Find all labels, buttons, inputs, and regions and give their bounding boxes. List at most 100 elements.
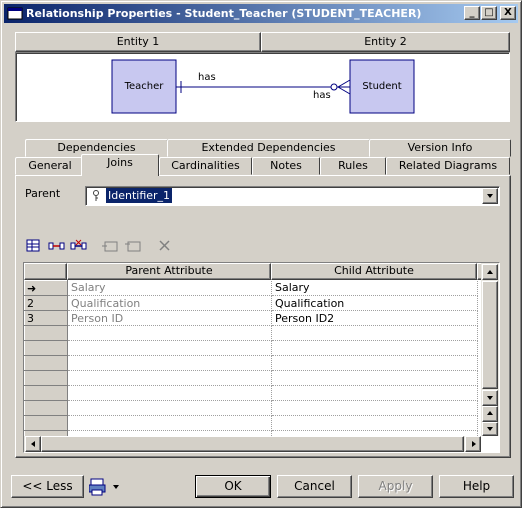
delete-icon[interactable] [156, 238, 174, 254]
empty-table-row[interactable] [24, 355, 478, 371]
empty-cell[interactable] [271, 325, 478, 341]
empty-cell[interactable] [67, 325, 272, 341]
scroll-down-button[interactable] [482, 390, 498, 406]
empty-cell[interactable] [67, 415, 272, 431]
title-bar[interactable]: Relationship Properties - Student_Teache… [4, 4, 518, 23]
row-marker[interactable] [24, 325, 68, 341]
tab-general[interactable]: General [15, 157, 85, 175]
parent-attribute-cell[interactable]: Person ID [67, 310, 272, 326]
child-attribute-column-header[interactable]: Child Attribute [271, 263, 477, 280]
insert-row-icon[interactable] [101, 238, 119, 254]
arrow-left-icon [31, 441, 35, 447]
row-marker[interactable]: ➜ [24, 280, 68, 296]
arrow-right-icon [472, 441, 476, 447]
grid-header-row: Parent Attribute Child Attribute [24, 263, 483, 280]
empty-cell[interactable] [271, 415, 478, 431]
migrate-columns-icon[interactable] [48, 238, 66, 254]
empty-cell[interactable] [67, 355, 272, 371]
horizontal-scrollbar[interactable] [24, 436, 481, 452]
parent-attribute-column-header[interactable]: Parent Attribute [67, 263, 271, 280]
scroll-up-button[interactable] [482, 264, 498, 280]
parent-label: Parent [25, 187, 61, 200]
tab-rules[interactable]: Rules [320, 157, 386, 175]
joins-grid: Parent Attribute Child Attribute ➜ Salary… [23, 262, 500, 453]
empty-table-row[interactable] [24, 415, 478, 431]
help-button[interactable]: Help [439, 475, 514, 498]
row-marker[interactable] [24, 415, 68, 431]
minimize-button[interactable]: _ [464, 6, 480, 20]
row-marker[interactable] [24, 385, 68, 401]
key-icon [93, 190, 99, 201]
cancel-migration-icon[interactable] [70, 238, 88, 254]
add-row-icon[interactable] [124, 238, 142, 254]
reuse-columns-icon[interactable] [25, 238, 43, 254]
arrow-up-icon [487, 270, 493, 274]
empty-cell[interactable] [271, 340, 478, 356]
entity1-header: Entity 1 [15, 32, 261, 52]
table-row[interactable]: 2 Qualification Qualification [24, 295, 478, 311]
empty-cell[interactable] [67, 340, 272, 356]
tab-extended-dependencies[interactable]: Extended Dependencies [167, 139, 370, 157]
scroll-bottom-button[interactable] [482, 422, 498, 436]
empty-cell[interactable] [67, 370, 272, 386]
tab-cardinalities[interactable]: Cardinalities [159, 157, 252, 175]
empty-cell[interactable] [271, 370, 478, 386]
empty-table-row[interactable] [24, 340, 478, 356]
window-title: Relationship Properties - Student_Teache… [26, 7, 422, 20]
tab-related-diagrams[interactable]: Related Diagrams [386, 157, 510, 175]
empty-cell[interactable] [67, 385, 272, 401]
apply-button[interactable]: Apply [358, 475, 433, 498]
empty-cell[interactable] [271, 385, 478, 401]
empty-table-row[interactable] [24, 370, 478, 386]
parent-attribute-cell[interactable]: Salary [67, 280, 272, 296]
relationship-properties-window: Relationship Properties - Student_Teache… [0, 0, 522, 508]
printer-icon [88, 478, 119, 496]
parent-select[interactable]: Identifier_1 [85, 186, 500, 206]
tab-notes[interactable]: Notes [252, 157, 320, 175]
vertical-scroll-thumb[interactable] [482, 281, 498, 389]
parent-attribute-cell[interactable]: Qualification [67, 295, 272, 311]
role-label-student: has [313, 90, 331, 101]
row-marker[interactable]: 3 [24, 310, 68, 326]
empty-cell[interactable] [67, 400, 272, 416]
row-marker[interactable] [24, 340, 68, 356]
table-row[interactable]: 3 Person ID Person ID2 [24, 310, 478, 326]
scroll-top-button[interactable] [482, 406, 498, 422]
scroll-top-icon [487, 411, 493, 415]
row-marker[interactable] [24, 400, 68, 416]
print-button[interactable] [88, 477, 123, 497]
scroll-left-button[interactable] [25, 436, 41, 452]
vertical-scrollbar[interactable] [481, 263, 499, 436]
child-attribute-cell[interactable]: Qualification [271, 295, 478, 311]
cancel-button[interactable]: Cancel [277, 475, 352, 498]
table-row[interactable]: ➜ Salary Salary [24, 280, 478, 296]
child-attribute-cell[interactable]: Person ID2 [271, 310, 478, 326]
empty-cell[interactable] [271, 400, 478, 416]
row-marker[interactable] [24, 355, 68, 371]
entity2-header: Entity 2 [261, 32, 510, 52]
student-entity-label: Student [362, 81, 402, 92]
crowfoot-upper [337, 79, 351, 88]
less-button[interactable]: << Less [11, 475, 84, 498]
child-attribute-cell[interactable]: Salary [271, 280, 478, 296]
cardinality-zero-mark [330, 83, 338, 91]
empty-table-row[interactable] [24, 400, 478, 416]
horizontal-scroll-thumb[interactable] [41, 436, 464, 452]
ok-button[interactable]: OK [195, 475, 271, 498]
empty-table-row[interactable] [24, 325, 478, 341]
row-marker[interactable]: 2 [24, 295, 68, 311]
arrow-down-icon [487, 396, 493, 400]
scroll-bottom-icon [487, 427, 493, 431]
tab-version-info[interactable]: Version Info [369, 139, 511, 157]
empty-cell[interactable] [271, 355, 478, 371]
grid-corner-cell[interactable] [24, 263, 67, 280]
tab-joins[interactable]: Joins [81, 154, 159, 176]
maximize-button[interactable]: □ [481, 6, 497, 20]
row-marker[interactable] [24, 370, 68, 386]
scroll-right-button[interactable] [465, 436, 481, 452]
empty-table-row[interactable] [24, 385, 478, 401]
role-label-teacher: has [198, 72, 216, 83]
app-icon [7, 7, 23, 20]
close-button[interactable]: X [500, 6, 516, 20]
parent-select-dropdown-button[interactable] [482, 188, 498, 204]
